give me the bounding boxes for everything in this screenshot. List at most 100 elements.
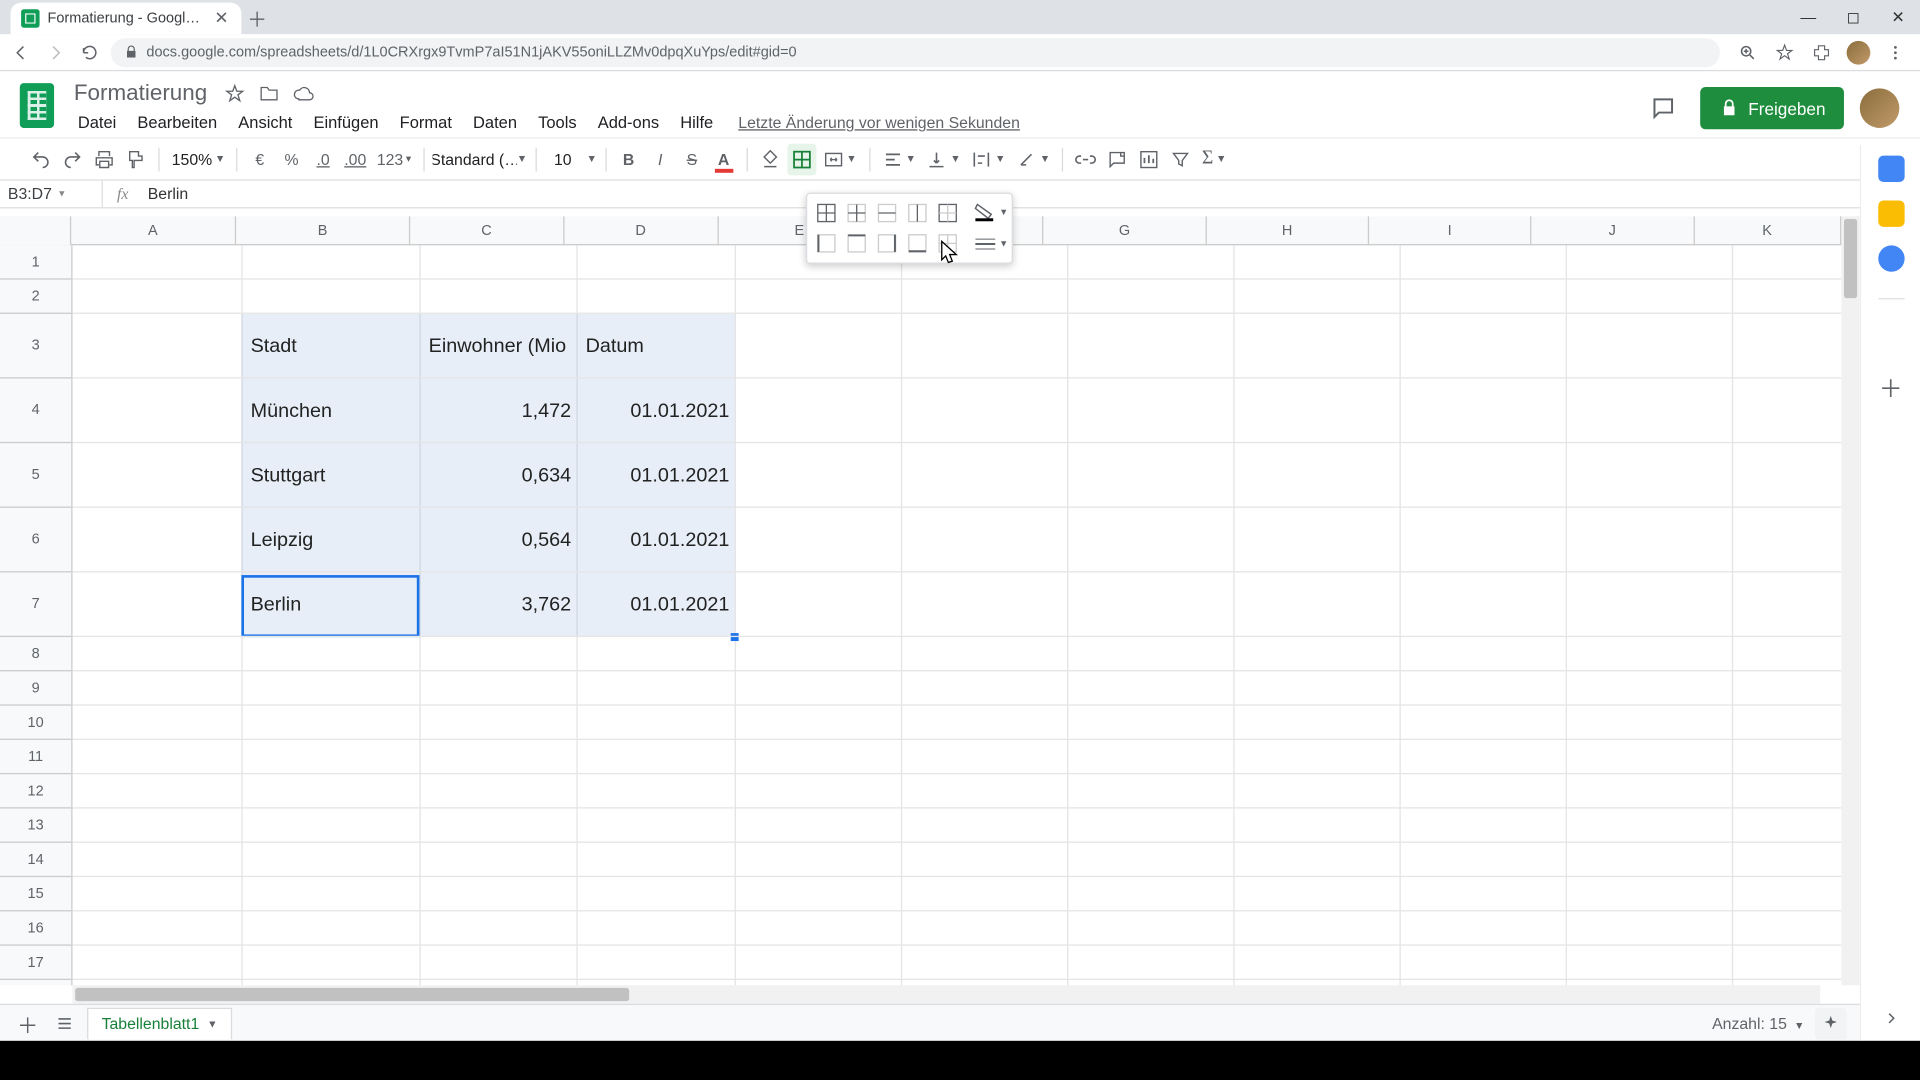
print-icon[interactable] (90, 143, 119, 175)
tasks-addon-icon[interactable] (1878, 245, 1904, 271)
border-right-icon[interactable] (872, 228, 901, 257)
reload-icon[interactable] (77, 39, 103, 65)
border-all-icon[interactable] (811, 198, 840, 227)
row-header-1[interactable]: 1 (0, 245, 71, 279)
row-header-7[interactable]: 7 (0, 572, 71, 637)
increase-decimal[interactable]: .00 (340, 143, 370, 175)
text-color-button[interactable]: A (709, 143, 738, 175)
profile-avatar-small[interactable] (1847, 40, 1871, 64)
col-header-I[interactable]: I (1369, 216, 1532, 245)
explore-button[interactable] (1815, 1007, 1847, 1039)
window-close[interactable]: ✕ (1876, 0, 1920, 34)
row-header-8[interactable]: 8 (0, 637, 71, 671)
menu-file[interactable]: Datei (69, 111, 126, 135)
row-header-9[interactable]: 9 (0, 671, 71, 705)
border-none-icon[interactable] (933, 228, 962, 257)
move-folder-icon[interactable] (257, 82, 281, 106)
row-header-2[interactable]: 2 (0, 280, 71, 314)
number-format-select[interactable]: 123▾ (373, 143, 415, 175)
text-rotation-button[interactable]: ▼ (1012, 143, 1054, 175)
row-header-15[interactable]: 15 (0, 877, 71, 911)
browser-tab[interactable]: Formatierung - Google Tabellen ✕ (11, 3, 242, 35)
filter-icon[interactable] (1166, 143, 1195, 175)
horizontal-scrollbar[interactable] (73, 985, 1821, 1003)
last-edit-link[interactable]: Letzte Änderung vor wenigen Sekunden (738, 113, 1020, 131)
window-minimize[interactable]: — (1786, 0, 1831, 34)
menu-help[interactable]: Hilfe (671, 111, 722, 135)
col-header-K[interactable]: K (1694, 216, 1841, 245)
window-maximize[interactable]: ◻ (1831, 0, 1876, 34)
text-wrap-button[interactable]: ▼ (967, 143, 1009, 175)
row-header-14[interactable]: 14 (0, 843, 71, 877)
font-size-select[interactable]: 10 (544, 143, 581, 175)
col-header-A[interactable]: A (71, 216, 236, 245)
status-count[interactable]: Anzahl: 15 ▼ (1712, 1014, 1804, 1032)
border-top-icon[interactable] (842, 228, 871, 257)
share-button[interactable]: Freigeben (1701, 87, 1844, 129)
menu-addons[interactable]: Add-ons (588, 111, 668, 135)
sheet-tab-1[interactable]: Tabellenblatt1▼ (87, 1007, 232, 1039)
row-header-13[interactable]: 13 (0, 809, 71, 843)
border-inner-icon[interactable] (842, 198, 871, 227)
border-horizontal-icon[interactable] (872, 198, 901, 227)
border-bottom-icon[interactable] (902, 228, 931, 257)
menu-insert[interactable]: Einfügen (304, 111, 388, 135)
select-all-corner[interactable] (0, 216, 71, 245)
undo-icon[interactable] (26, 143, 55, 175)
row-header-3[interactable]: 3 (0, 314, 71, 379)
paint-format-icon[interactable] (121, 143, 150, 175)
get-addons-icon[interactable]: ＋ (1879, 371, 1903, 405)
row-header-10[interactable]: 10 (0, 706, 71, 740)
italic-button[interactable]: I (646, 143, 675, 175)
row-header-12[interactable]: 12 (0, 774, 71, 808)
url-input[interactable]: docs.google.com/spreadsheets/d/1L0CRXrgx… (111, 38, 1720, 67)
account-avatar[interactable] (1860, 88, 1900, 128)
col-header-C[interactable]: C (410, 216, 564, 245)
border-left-icon[interactable] (811, 228, 840, 257)
add-sheet-button[interactable]: ＋ (13, 1008, 42, 1037)
format-currency[interactable]: € (245, 143, 274, 175)
cloud-status-icon[interactable] (292, 82, 316, 106)
font-family-select[interactable]: Standard (… (432, 143, 516, 175)
vertical-align-button[interactable]: ▼ (923, 143, 965, 175)
calendar-addon-icon[interactable] (1878, 156, 1904, 182)
formula-input[interactable]: Berlin (142, 185, 1920, 203)
row-header-17[interactable]: 17 (0, 946, 71, 980)
keep-addon-icon[interactable] (1878, 200, 1904, 226)
all-sheets-button[interactable] (50, 1008, 79, 1037)
extensions-icon[interactable] (1810, 40, 1834, 64)
col-header-B[interactable]: B (236, 216, 410, 245)
bold-button[interactable]: B (614, 143, 643, 175)
decrease-decimal[interactable]: .0 (309, 143, 338, 175)
chrome-menu-icon[interactable] (1884, 40, 1908, 64)
nav-back-icon[interactable] (8, 39, 34, 65)
menu-format[interactable]: Format (390, 111, 461, 135)
format-percent[interactable]: % (277, 143, 306, 175)
comments-icon[interactable] (1643, 87, 1685, 129)
border-style-button[interactable]: ▼ (972, 230, 1009, 259)
row-header-16[interactable]: 16 (0, 911, 71, 945)
star-icon[interactable] (223, 82, 247, 106)
menu-data[interactable]: Daten (464, 111, 526, 135)
menu-view[interactable]: Ansicht (229, 111, 302, 135)
border-outer-icon[interactable] (933, 198, 962, 227)
col-header-H[interactable]: H (1206, 216, 1369, 245)
col-header-D[interactable]: D (564, 216, 719, 245)
zoom-select[interactable]: 150%▼ (168, 143, 229, 175)
hide-side-panel-icon[interactable] (1882, 1009, 1900, 1027)
border-color-button[interactable]: ▼ (972, 198, 1009, 227)
horizontal-align-button[interactable]: ▼ (878, 143, 920, 175)
fill-color-button[interactable] (755, 143, 784, 175)
functions-icon[interactable]: Σ▼ (1198, 143, 1231, 175)
insert-link-icon[interactable] (1071, 143, 1100, 175)
close-tab-icon[interactable]: ✕ (212, 9, 230, 27)
strikethrough-button[interactable]: S (677, 143, 706, 175)
col-header-J[interactable]: J (1532, 216, 1695, 245)
name-box[interactable]: B3:D7▼ (0, 181, 103, 207)
new-tab-button[interactable]: ＋ (241, 3, 273, 35)
zoom-indicator-icon[interactable] (1736, 40, 1760, 64)
sheets-logo[interactable] (16, 79, 58, 132)
borders-button[interactable] (787, 143, 816, 175)
spreadsheet-grid[interactable]: A B C D E F G H I J K 123456789101112131… (0, 216, 1860, 1003)
vertical-scrollbar[interactable] (1841, 216, 1859, 985)
